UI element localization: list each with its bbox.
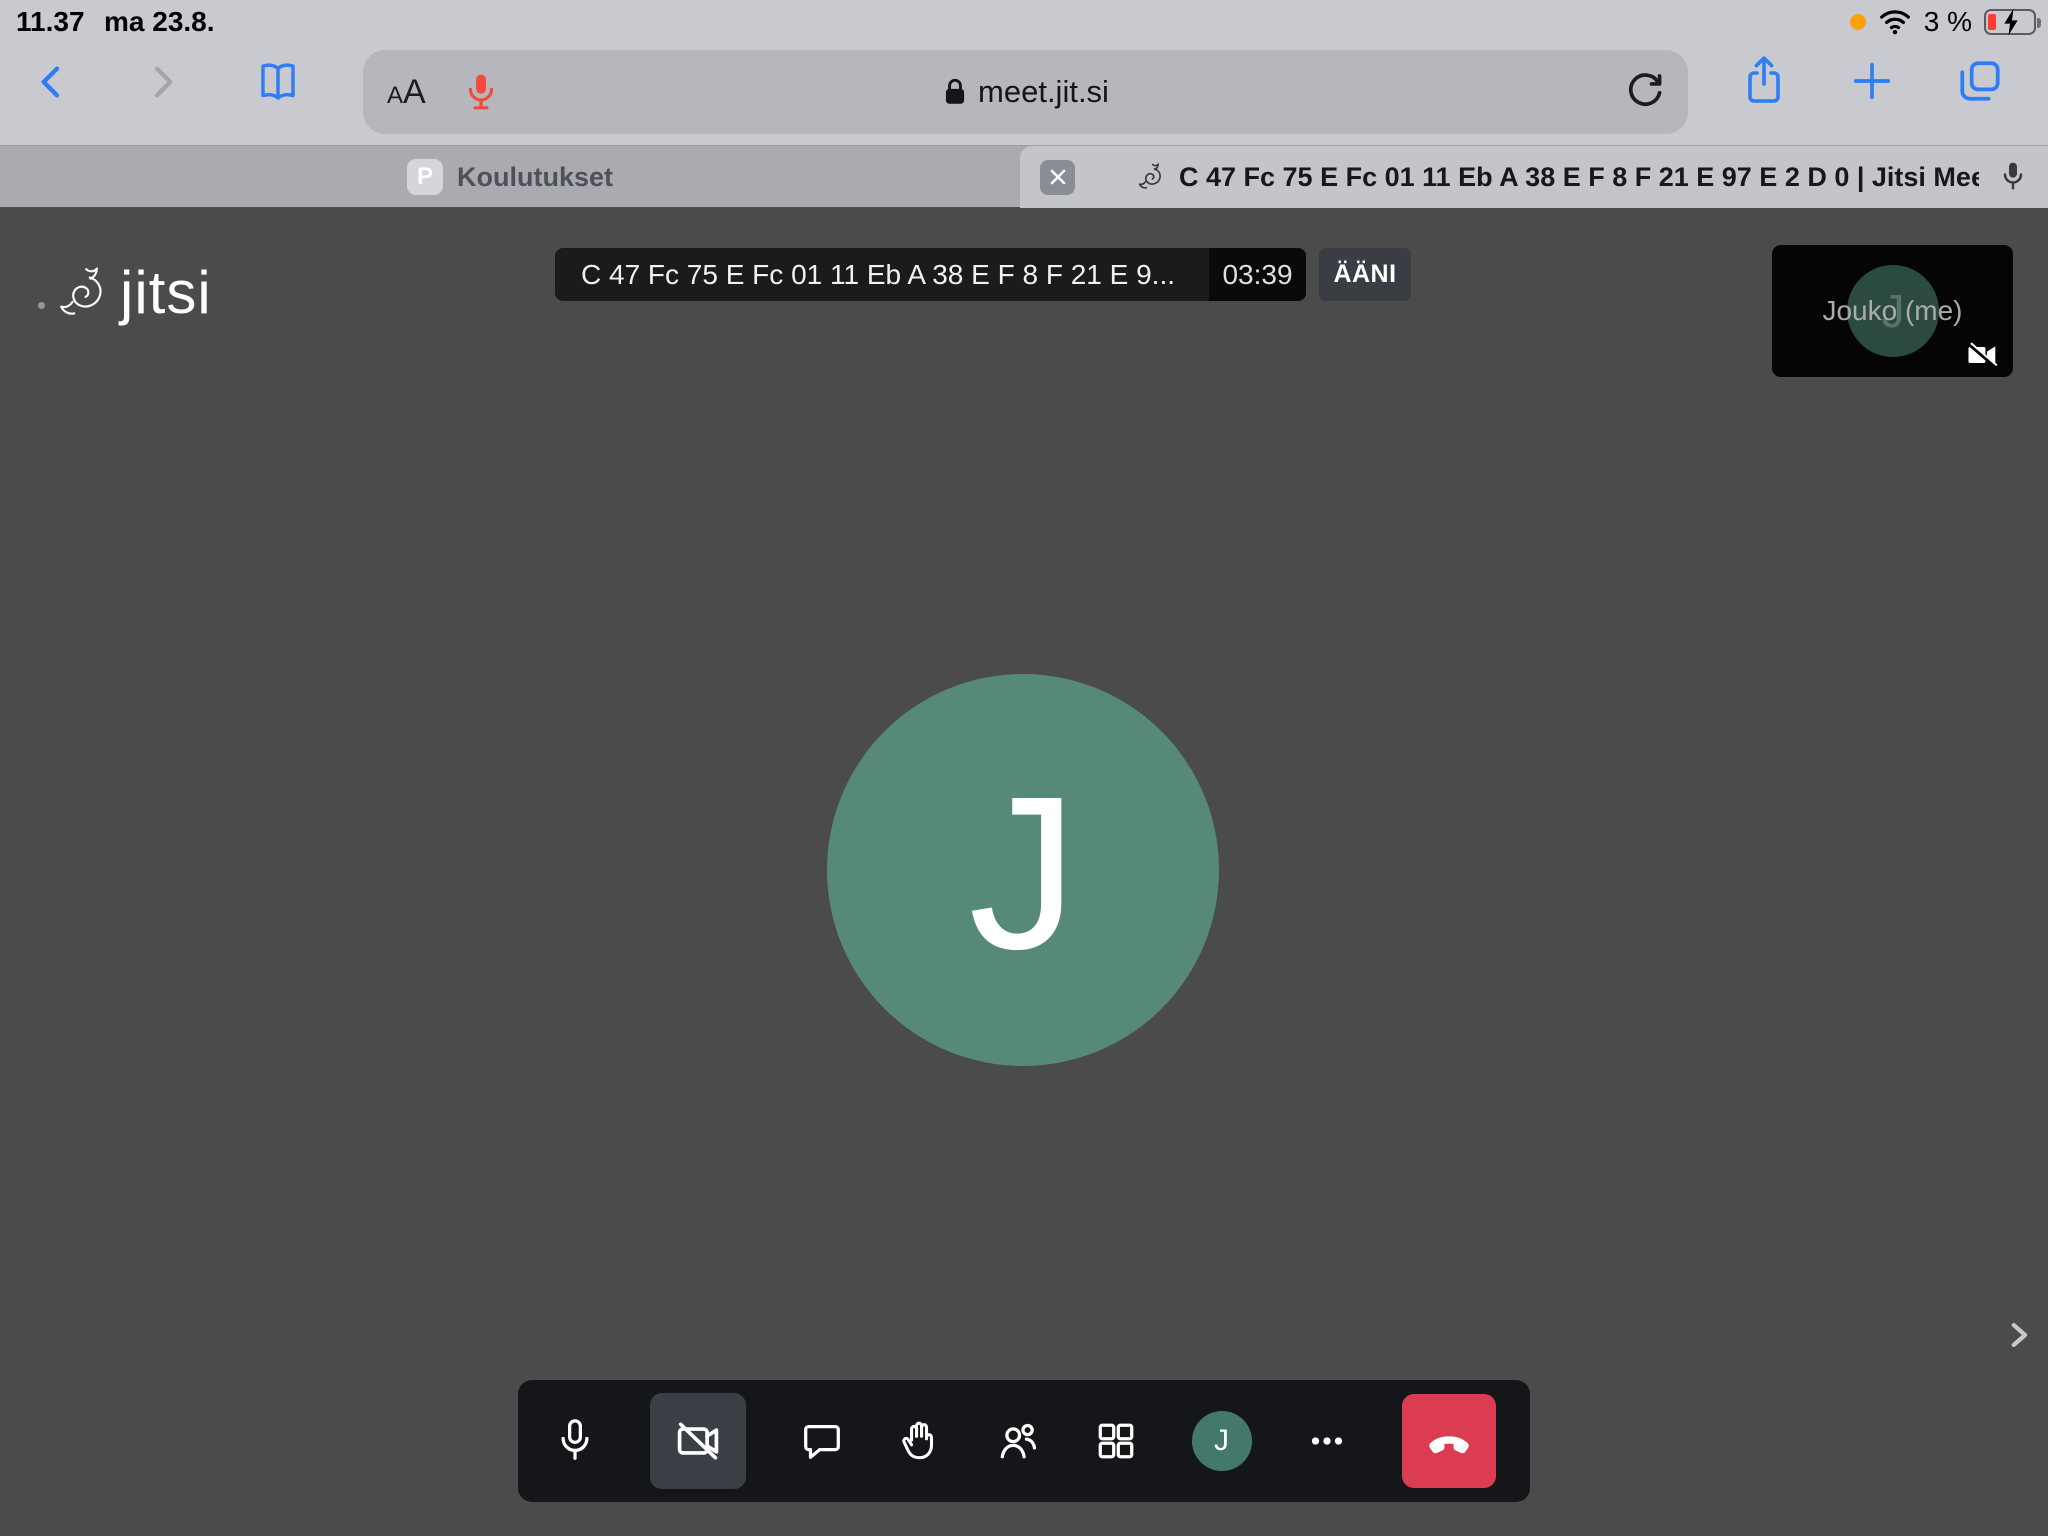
call-toolbar: J: [518, 1380, 1530, 1502]
profile-button[interactable]: J: [1192, 1411, 1252, 1471]
hangup-phone-icon: [1423, 1415, 1475, 1467]
camera-off-icon: [1967, 341, 1999, 369]
battery-nub: [2037, 18, 2041, 28]
more-dots-icon: [1304, 1418, 1350, 1464]
tab-audio-mic-icon[interactable]: [1998, 158, 2028, 196]
tab-favicon-p: P: [407, 159, 443, 195]
chevron-right-icon: [142, 60, 182, 104]
filmstrip-toggle[interactable]: [1994, 1308, 2042, 1362]
url-text: meet.jit.si: [978, 74, 1109, 110]
meeting-title-pill[interactable]: C 47 Fc 75 E Fc 01 11 Eb A 38 E F 8 F 21…: [555, 248, 1306, 301]
bookmarks-button[interactable]: [254, 58, 302, 106]
jitsi-favicon-icon: [1137, 160, 1167, 194]
reload-button[interactable]: [1622, 68, 1668, 116]
charging-bolt-icon: [2000, 7, 2022, 37]
tab-jitsi-meet-label: C 47 Fc 75 E Fc 01 11 Eb A 38 E F 8 F 21…: [1179, 162, 1979, 193]
chevron-right-icon: [2001, 1313, 2035, 1357]
camera-off-icon: [672, 1415, 724, 1467]
status-time: 11.37: [16, 6, 85, 38]
battery-percent: 3 %: [1924, 6, 1972, 38]
back-button[interactable]: [28, 58, 76, 106]
tabs-overview-button[interactable]: [1953, 54, 2007, 108]
close-tab-button[interactable]: [1040, 160, 1075, 195]
close-icon: [1048, 167, 1068, 187]
tabs-icon: [1955, 56, 2005, 106]
participant-avatar-letter: J: [969, 749, 1078, 999]
hangup-button[interactable]: [1402, 1394, 1496, 1488]
jitsi-logo: jitsi: [56, 258, 212, 327]
raise-hand-button[interactable]: [897, 1418, 943, 1464]
plus-icon: [1849, 58, 1895, 104]
status-date: ma 23.8.: [104, 6, 215, 38]
meeting-title: C 47 Fc 75 E Fc 01 11 Eb A 38 E F 8 F 21…: [555, 248, 1209, 301]
lock-icon: [942, 76, 968, 108]
reload-icon: [1622, 68, 1668, 116]
tile-view-button[interactable]: [1093, 1418, 1139, 1464]
participants-icon: [995, 1417, 1041, 1465]
participants-button[interactable]: [995, 1418, 1041, 1464]
microphone-button[interactable]: [552, 1418, 598, 1464]
address-bar[interactable]: AA meet.jit.si: [363, 50, 1688, 134]
more-options-button[interactable]: [1304, 1418, 1350, 1464]
share-button[interactable]: [1737, 54, 1791, 108]
chat-button[interactable]: [799, 1418, 845, 1464]
tab-koulutukset-label: Koulutukset: [457, 162, 613, 193]
share-icon: [1740, 53, 1788, 109]
self-video-thumbnail[interactable]: J Jouko (me): [1772, 245, 2013, 377]
audio-aani-button[interactable]: ÄÄNI: [1319, 248, 1411, 301]
meeting-titlebar: C 47 Fc 75 E Fc 01 11 Eb A 38 E F 8 F 21…: [555, 248, 1411, 301]
tab-jitsi-meet[interactable]: C 47 Fc 75 E Fc 01 11 Eb A 38 E F 8 F 21…: [1020, 146, 2048, 208]
book-icon: [254, 57, 302, 107]
jitsi-logo-text: jitsi: [120, 258, 212, 327]
status-right-cluster: 3 %: [1850, 6, 2036, 38]
new-tab-button[interactable]: [1845, 54, 1899, 108]
participant-avatar: J: [827, 674, 1219, 1066]
mic-active-indicator-dot: [1850, 14, 1866, 30]
microphone-icon: [552, 1416, 598, 1466]
tab-koulutukset[interactable]: P Koulutukset: [0, 146, 1020, 208]
chat-icon: [799, 1418, 845, 1464]
meeting-timer: 03:39: [1209, 248, 1306, 301]
tile-view-icon: [1093, 1418, 1139, 1464]
tab-strip: P Koulutukset C 47 Fc 75 E Fc 01 11 Eb A…: [0, 145, 2048, 207]
wifi-icon: [1878, 8, 1912, 36]
forward-button[interactable]: [138, 58, 186, 106]
camera-button[interactable]: [650, 1393, 746, 1489]
raise-hand-icon: [897, 1417, 943, 1465]
battery-level-fill: [1988, 14, 1996, 30]
battery-icon: [1984, 9, 2036, 35]
url-display: meet.jit.si: [363, 74, 1688, 110]
jitsi-ghost-icon: [56, 262, 114, 324]
chevron-left-icon: [32, 60, 72, 104]
app-root: 11.37 ma 23.8. 3 %: [0, 0, 2048, 1536]
artifact-dot: [38, 302, 45, 309]
